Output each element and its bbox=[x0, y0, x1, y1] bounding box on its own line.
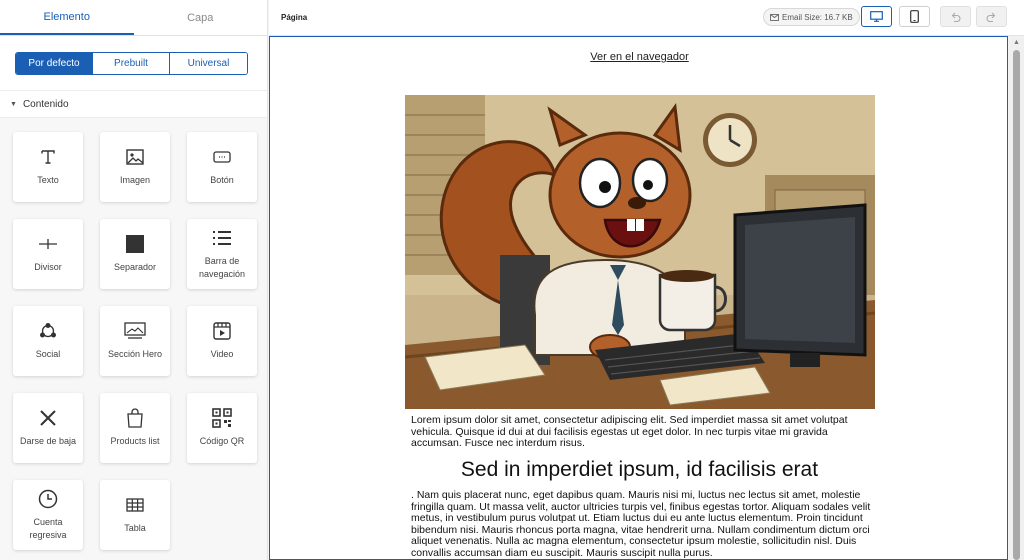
tile-darse-de-baja[interactable]: Darse de baja bbox=[13, 393, 83, 463]
left-panel: Elemento Capa Por defecto Prebuilt Unive… bbox=[0, 0, 268, 560]
tile-cuenta-regresiva[interactable]: Cuenta regresiva bbox=[13, 480, 83, 550]
tile-label: Código QR bbox=[199, 436, 245, 447]
tile-tabla[interactable]: Tabla bbox=[100, 480, 170, 550]
tile-codigo-qr[interactable]: Código QR bbox=[187, 393, 257, 463]
tile-separador[interactable]: Separador bbox=[100, 219, 170, 289]
element-grid: Texto Imagen Botón Divisor Separador Bar… bbox=[13, 132, 257, 550]
tile-label: Tabla bbox=[124, 523, 146, 534]
button-icon bbox=[211, 146, 233, 168]
mail-icon bbox=[770, 13, 779, 21]
tab-capa[interactable]: Capa bbox=[134, 0, 268, 35]
tile-label: Social bbox=[35, 349, 61, 360]
tile-label: Darse de baja bbox=[19, 436, 77, 447]
tile-texto[interactable]: Texto bbox=[13, 132, 83, 202]
tile-label: Barra de navegación bbox=[198, 255, 246, 280]
tile-label: Sección Hero bbox=[107, 349, 163, 360]
divider-icon bbox=[37, 233, 59, 255]
redo-icon bbox=[986, 12, 996, 22]
tile-video[interactable]: Video bbox=[187, 306, 257, 376]
panel-tabs: Elemento Capa bbox=[0, 0, 267, 36]
clock-icon bbox=[37, 488, 59, 510]
tile-seccion-hero[interactable]: Sección Hero bbox=[100, 306, 170, 376]
segment-prebuilt[interactable]: Prebuilt bbox=[93, 52, 170, 74]
squirrel-illustration bbox=[405, 95, 875, 409]
navbar-icon bbox=[211, 227, 233, 249]
tile-label: Cuenta regresiva bbox=[29, 516, 67, 541]
tile-label: Divisor bbox=[34, 262, 62, 273]
intro-paragraph[interactable]: Lorem ipsum dolor sit amet, consectetur … bbox=[411, 414, 871, 450]
unsubscribe-icon bbox=[37, 407, 59, 429]
email-canvas[interactable]: Ver en el navegador Lorem ipsum dolor si… bbox=[269, 36, 1008, 560]
top-bar: Página Email Size: 16.7 KB bbox=[269, 0, 1024, 36]
canvas-scrollbar[interactable]: ▲ bbox=[1009, 36, 1024, 560]
hero-image[interactable] bbox=[405, 95, 875, 409]
tile-products-list[interactable]: Products list bbox=[100, 393, 170, 463]
tile-imagen[interactable]: Imagen bbox=[100, 132, 170, 202]
tab-elemento[interactable]: Elemento bbox=[0, 0, 134, 35]
tile-label: Texto bbox=[37, 175, 59, 186]
tile-label: Products list bbox=[110, 436, 160, 447]
hero-icon bbox=[124, 320, 146, 342]
section-contenido-header[interactable]: ▼ Contenido bbox=[0, 91, 267, 118]
desktop-view-button[interactable] bbox=[861, 6, 892, 27]
segmented-control: Por defecto Prebuilt Universal bbox=[15, 51, 248, 75]
text-icon bbox=[37, 146, 59, 168]
video-icon bbox=[211, 320, 233, 342]
bag-icon bbox=[124, 407, 146, 429]
tile-label: Imagen bbox=[119, 175, 151, 186]
tile-divisor[interactable]: Divisor bbox=[13, 219, 83, 289]
desktop-icon bbox=[870, 11, 883, 22]
social-icon bbox=[37, 320, 59, 342]
section-title: Contenido bbox=[22, 98, 69, 110]
undo-button[interactable] bbox=[940, 6, 971, 27]
page-title: Página bbox=[281, 13, 308, 22]
undo-icon bbox=[951, 12, 961, 22]
tile-label: Separador bbox=[113, 262, 157, 273]
separator-icon bbox=[124, 233, 146, 255]
scrollbar-thumb[interactable] bbox=[1013, 50, 1020, 560]
tile-label: Video bbox=[210, 349, 234, 360]
segment-bar: Por defecto Prebuilt Universal bbox=[0, 36, 267, 91]
redo-button[interactable] bbox=[976, 6, 1007, 27]
tile-social[interactable]: Social bbox=[13, 306, 83, 376]
mobile-view-button[interactable] bbox=[899, 6, 930, 27]
segment-universal[interactable]: Universal bbox=[170, 52, 247, 74]
email-size-badge: Email Size: 16.7 KB bbox=[763, 8, 860, 26]
segment-por-defecto[interactable]: Por defecto bbox=[16, 52, 93, 74]
view-in-browser-link[interactable]: Ver en el navegador bbox=[270, 51, 1007, 63]
qr-icon bbox=[211, 407, 233, 429]
image-icon bbox=[124, 146, 146, 168]
body-paragraph[interactable]: . Nam quis placerat nunc, eget dapibus q… bbox=[411, 489, 871, 559]
tile-label: Botón bbox=[210, 175, 234, 186]
mobile-icon bbox=[910, 10, 919, 23]
caret-down-icon: ▼ bbox=[10, 100, 17, 108]
content-heading[interactable]: Sed in imperdiet ipsum, id facilisis era… bbox=[270, 458, 1007, 482]
tile-boton[interactable]: Botón bbox=[187, 132, 257, 202]
tile-barra-navegacion[interactable]: Barra de navegación bbox=[187, 219, 257, 289]
email-size-text: Email Size: 16.7 KB bbox=[782, 12, 853, 22]
table-icon bbox=[124, 494, 146, 516]
scroll-up-icon[interactable]: ▲ bbox=[1013, 39, 1020, 46]
